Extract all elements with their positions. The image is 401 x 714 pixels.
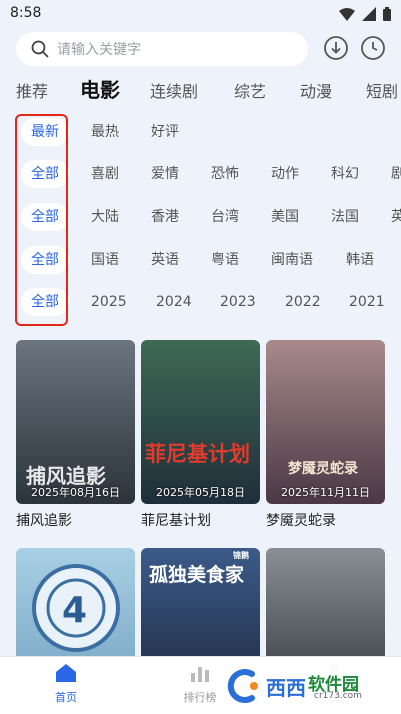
filter-chip[interactable]: 动作	[271, 160, 299, 188]
filter-chip[interactable]: 2022	[285, 288, 321, 316]
filter-chip[interactable]: 法国	[331, 203, 359, 231]
filter-chip[interactable]: 台湾	[211, 203, 239, 231]
filter-chip[interactable]: 爱情	[151, 160, 179, 188]
nav-home[interactable]: 首页	[26, 663, 106, 705]
status-time: 8:58	[10, 5, 42, 21]
movie-poster: 梦魇灵蛇录 2025年11月11日	[266, 340, 385, 504]
movie-card[interactable]: 孤独美食家 锦鹅	[141, 548, 260, 712]
filter-chip[interactable]: 2023	[220, 288, 256, 316]
filter-chip[interactable]: 粤语	[211, 246, 239, 274]
nav-home-label: 首页	[55, 691, 77, 704]
tab-anime[interactable]: 动漫	[300, 78, 332, 102]
category-tabs: 推荐 电影 连续剧 综艺 动漫 短剧	[0, 74, 401, 106]
filter-chip[interactable]: 好评	[151, 118, 179, 146]
filter-chip[interactable]: 美国	[271, 203, 299, 231]
release-date: 2025年05月18日	[156, 486, 245, 499]
filter-chip[interactable]: 2021	[349, 288, 385, 316]
filter-chip[interactable]: 国语	[91, 246, 119, 274]
poster-title-art: 4	[62, 590, 88, 631]
movie-title: 捕风追影	[16, 513, 72, 529]
filter-chip[interactable]: 科幻	[331, 160, 359, 188]
release-date: 2025年08月16日	[31, 486, 120, 499]
site-watermark: 西西 软件园 cr173.com	[214, 664, 384, 708]
poster-title-art: 孤独美食家	[149, 564, 245, 586]
selected-filters-highlight	[15, 114, 68, 326]
filter-chip[interactable]: 恐怖	[211, 160, 239, 188]
movie-poster: 捕风追影 2025年08月16日	[16, 340, 135, 504]
search-icon	[31, 40, 49, 58]
filter-chip[interactable]: 香港	[151, 203, 179, 231]
movie-card[interactable]: 4	[16, 548, 135, 712]
movie-card[interactable]	[266, 548, 385, 712]
filter-chip[interactable]: 喜剧	[91, 160, 119, 188]
movie-card[interactable]: 梦魇灵蛇录 2025年11月11日 梦魇灵蛇录	[266, 340, 385, 530]
history-icon[interactable]	[360, 35, 386, 61]
movie-poster: 菲尼基计划 2025年05月18日	[141, 340, 260, 504]
watermark-text: 西西	[266, 676, 306, 700]
tab-recommend[interactable]: 推荐	[16, 78, 48, 102]
movie-card[interactable]: 菲尼基计划 2025年05月18日 菲尼基计划	[141, 340, 260, 530]
tab-short-drama[interactable]: 短剧	[366, 78, 398, 102]
filter-chip[interactable]: 2024	[156, 288, 192, 316]
search-input[interactable]: 请输入关键字	[16, 32, 308, 66]
filter-chip[interactable]: 英	[391, 203, 401, 231]
filter-chip[interactable]: 英语	[151, 246, 179, 274]
signal-icon	[362, 7, 376, 21]
tab-series[interactable]: 连续剧	[150, 78, 198, 102]
filter-chip[interactable]: 2025	[91, 288, 127, 316]
movie-title: 菲尼基计划	[141, 513, 211, 529]
status-icons	[339, 7, 391, 21]
battery-icon	[383, 7, 391, 21]
wifi-icon	[339, 7, 355, 21]
search-placeholder: 请输入关键字	[57, 42, 141, 58]
movie-title: 梦魇灵蛇录	[266, 513, 336, 529]
filter-chip[interactable]: 最热	[91, 118, 119, 146]
download-icon[interactable]	[323, 35, 349, 61]
poster-badge: 锦鹅	[233, 551, 249, 560]
filter-chip[interactable]: 大陆	[91, 203, 119, 231]
home-icon	[56, 664, 76, 682]
poster-title-art: 菲尼基计划	[145, 442, 250, 466]
rank-icon	[191, 667, 209, 682]
release-date: 2025年11月11日	[281, 486, 370, 499]
movie-card[interactable]: 捕风追影 2025年08月16日 捕风追影	[16, 340, 135, 530]
status-bar: 8:58	[0, 0, 401, 28]
filter-chip[interactable]: 闽南语	[271, 246, 313, 274]
tab-movie[interactable]: 电影	[80, 74, 120, 103]
tab-variety[interactable]: 综艺	[234, 78, 266, 102]
watermark-logo-icon	[227, 669, 258, 703]
filter-chip[interactable]: 韩语	[346, 246, 374, 274]
filter-chip[interactable]: 剧	[391, 160, 401, 188]
watermark-url: cr173.com	[314, 691, 362, 701]
poster-title-art: 梦魇灵蛇录	[288, 461, 358, 477]
